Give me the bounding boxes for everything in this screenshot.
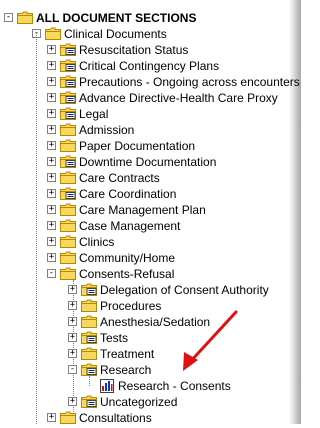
document-section-tree: - ALL DOCUMENT SECTIONS - Clinical Docume…	[0, 0, 301, 425]
annotation-arrow-icon	[183, 310, 238, 371]
panel-edge-shadow	[289, 0, 301, 424]
